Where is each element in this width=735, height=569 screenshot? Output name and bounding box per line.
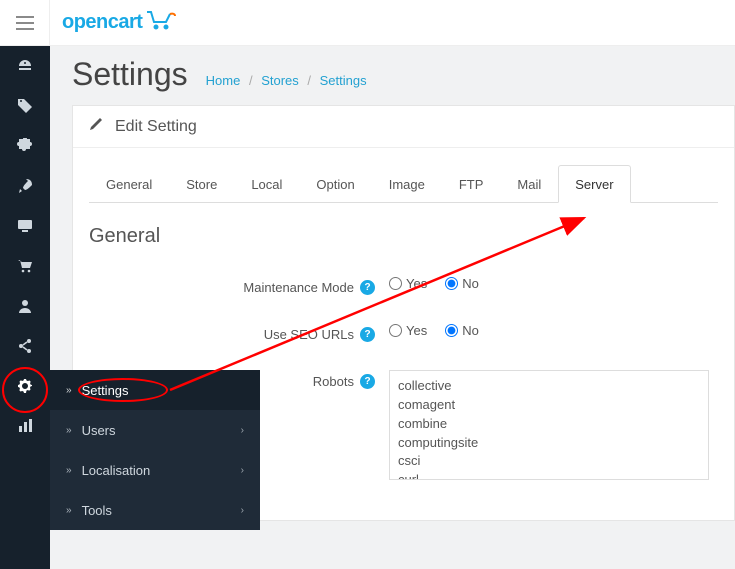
cart-icon: [146, 10, 176, 36]
flyout-label: Tools: [82, 503, 112, 518]
share-icon[interactable]: [0, 326, 50, 366]
monitor-icon[interactable]: [0, 206, 50, 246]
robots-textarea[interactable]: [389, 370, 709, 480]
crumb-sep: /: [307, 73, 311, 88]
row-maintenance: Maintenance Mode ? Yes No: [89, 276, 718, 295]
logo[interactable]: opencart: [62, 10, 176, 36]
maintenance-yes[interactable]: Yes: [389, 276, 427, 291]
gear-icon[interactable]: [0, 366, 50, 406]
user-icon[interactable]: [0, 286, 50, 326]
flyout-item-users[interactable]: » Users ›: [50, 410, 260, 450]
cart-nav-icon[interactable]: [0, 246, 50, 286]
crumb-home[interactable]: Home: [206, 73, 241, 88]
maintenance-no[interactable]: No: [445, 276, 479, 291]
flyout-label: Users: [82, 423, 116, 438]
topbar: opencart: [0, 0, 735, 46]
system-flyout: » Settings » Users › » Localisation › » Tool…: [50, 370, 260, 530]
crumb-settings[interactable]: Settings: [320, 73, 367, 88]
chevron-double-right-icon: »: [66, 465, 72, 476]
chart-icon[interactable]: [0, 406, 50, 446]
tab-bar: General Store Local Option Image FTP Mai…: [89, 164, 718, 203]
sidebar: [0, 46, 50, 569]
tab-mail[interactable]: Mail: [500, 165, 558, 203]
seo-yes[interactable]: Yes: [389, 323, 427, 338]
pencil-icon: [89, 117, 103, 136]
flyout-item-tools[interactable]: » Tools ›: [50, 490, 260, 530]
chevron-double-right-icon: »: [66, 385, 72, 396]
rocket-icon[interactable]: [0, 166, 50, 206]
dashboard-icon[interactable]: [0, 46, 50, 86]
help-icon[interactable]: ?: [360, 327, 375, 342]
label-robots: Robots: [313, 374, 354, 389]
label-maintenance: Maintenance Mode: [243, 280, 354, 295]
breadcrumb: Home / Stores / Settings: [206, 73, 367, 88]
seo-no[interactable]: No: [445, 323, 479, 338]
tab-general[interactable]: General: [89, 165, 169, 203]
label-seo: Use SEO URLs: [264, 327, 354, 342]
chevron-right-icon: ›: [241, 425, 244, 436]
chevron-right-icon: ›: [241, 505, 244, 516]
flyout-label: Settings: [82, 383, 129, 398]
page-header: Settings Home / Stores / Settings: [50, 46, 735, 105]
panel-title: Edit Setting: [115, 118, 197, 136]
help-icon[interactable]: ?: [360, 280, 375, 295]
flyout-item-settings[interactable]: » Settings: [50, 370, 260, 410]
sidebar-toggle-button[interactable]: [0, 0, 50, 45]
tab-server[interactable]: Server: [558, 165, 630, 203]
flyout-label: Localisation: [82, 463, 151, 478]
flyout-item-localisation[interactable]: » Localisation ›: [50, 450, 260, 490]
tab-ftp[interactable]: FTP: [442, 165, 501, 203]
puzzle-icon[interactable]: [0, 126, 50, 166]
page-title: Settings: [72, 56, 188, 93]
chevron-right-icon: ›: [241, 465, 244, 476]
tab-store[interactable]: Store: [169, 165, 234, 203]
crumb-stores[interactable]: Stores: [261, 73, 299, 88]
tab-local[interactable]: Local: [234, 165, 299, 203]
tag-icon[interactable]: [0, 86, 50, 126]
chevron-double-right-icon: »: [66, 505, 72, 516]
tab-image[interactable]: Image: [372, 165, 442, 203]
chevron-double-right-icon: »: [66, 425, 72, 436]
logo-text: opencart: [62, 11, 142, 34]
crumb-sep: /: [249, 73, 253, 88]
row-seo: Use SEO URLs ? Yes No: [89, 323, 718, 342]
section-general-title: General: [89, 225, 718, 248]
panel-header: Edit Setting: [73, 106, 734, 148]
help-icon[interactable]: ?: [360, 374, 375, 389]
tab-option[interactable]: Option: [299, 165, 371, 203]
